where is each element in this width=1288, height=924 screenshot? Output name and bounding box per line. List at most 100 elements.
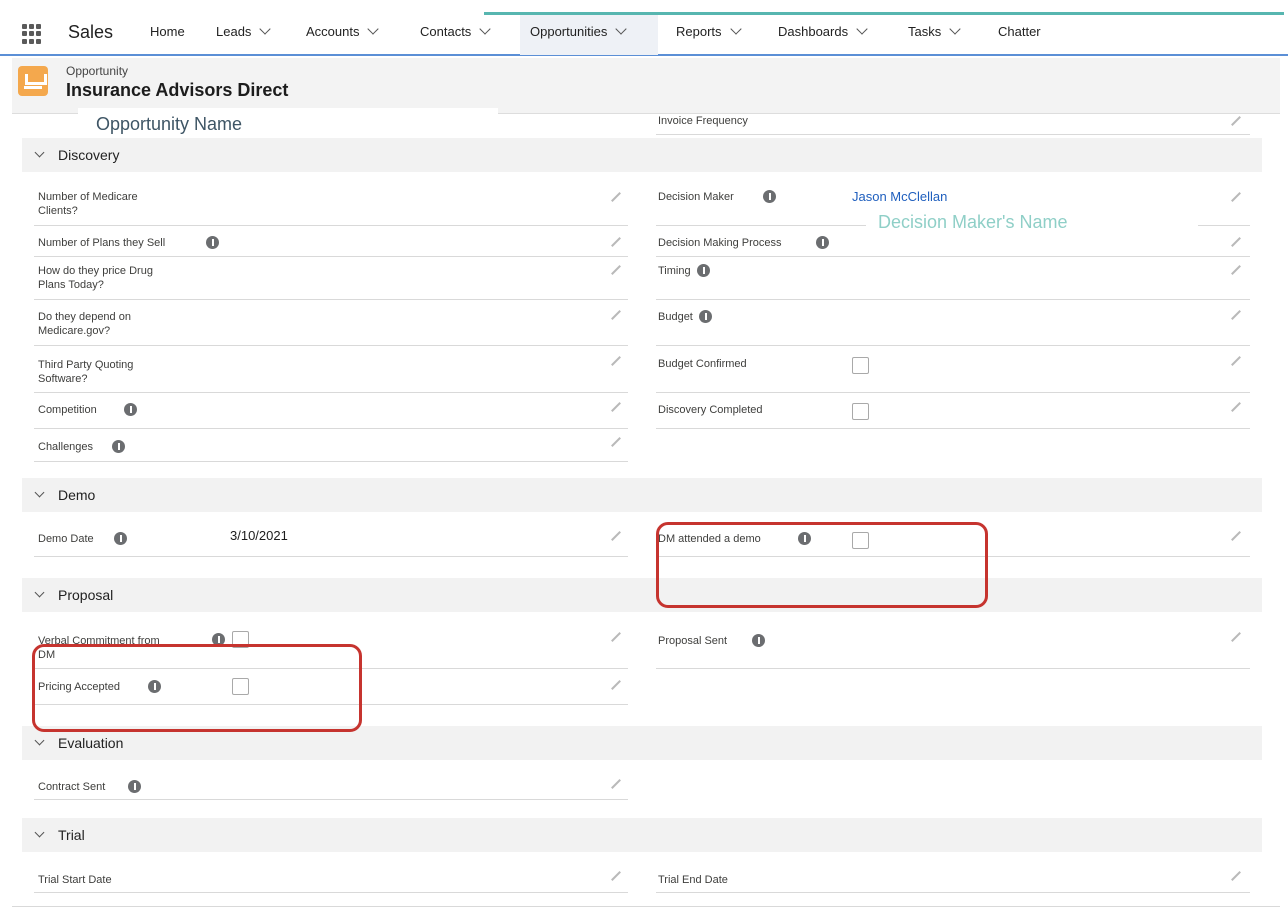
section-demo[interactable]: Demo [22,478,1262,512]
chevron-down-icon[interactable] [34,735,45,746]
pencil-edit-icon[interactable] [1231,310,1241,320]
divider [656,428,1250,429]
pencil-edit-icon[interactable] [611,437,621,447]
divider [34,892,628,893]
nav-reports[interactable]: Reports [676,23,742,39]
chevron-down-icon[interactable] [34,147,45,158]
divider [1198,225,1250,226]
chevron-down-icon[interactable] [259,23,272,35]
nav-home-label: Home [150,24,185,39]
divider [34,461,628,462]
pencil-edit-icon[interactable] [1231,192,1241,202]
info-icon[interactable] [112,440,125,453]
pencil-edit-icon[interactable] [1231,265,1241,275]
section-title: Proposal [58,587,114,603]
nav-home[interactable]: Home [150,24,185,39]
chevron-down-icon[interactable] [367,23,380,35]
pencil-edit-icon[interactable] [611,310,621,320]
nav-dashboards[interactable]: Dashboards [778,23,868,39]
section-title: Discovery [58,147,120,163]
pencil-edit-icon[interactable] [611,237,621,247]
section-proposal[interactable]: Proposal [22,578,1262,612]
challenges-label: Challenges [38,441,94,453]
opportunity-name-annotation: Opportunity Name [78,108,498,138]
section-discovery[interactable]: Discovery [22,138,1262,172]
nav-contacts[interactable]: Contacts [420,23,491,39]
info-icon[interactable] [697,264,710,277]
nav-dashboards-label: Dashboards [778,24,849,39]
nav-reports-label: Reports [676,24,722,39]
chevron-down-icon[interactable] [479,23,491,35]
label-line: Third Party Quoting [38,359,134,371]
pencil-edit-icon[interactable] [611,402,621,412]
info-icon[interactable] [206,236,219,249]
chevron-down-icon[interactable] [949,23,961,35]
section-trial[interactable]: Trial [22,818,1262,852]
object-label: Opportunity [66,64,129,78]
info-icon[interactable] [816,236,829,249]
nav-accounts[interactable]: Accounts [306,23,380,39]
competition-label: Competition [38,404,97,416]
label-line: How do they price Drug [38,265,153,277]
decision-making-process-label: Decision Making Process [658,237,782,249]
highlight-box [656,522,988,608]
info-icon[interactable] [114,532,127,545]
pencil-edit-icon[interactable] [1231,871,1241,881]
divider [656,134,1250,135]
pencil-edit-icon[interactable] [1231,116,1241,126]
pencil-edit-icon[interactable] [611,632,621,642]
chevron-down-icon[interactable] [615,23,627,35]
info-icon[interactable] [699,310,712,323]
proposal-sent-label: Proposal Sent [658,635,728,647]
divider [656,892,1250,893]
pencil-edit-icon[interactable] [611,871,621,881]
opportunity-crown-icon [18,66,48,96]
record-header: Opportunity Insurance Advisors Direct [12,58,1280,114]
medicare-gov-label: Do they depend on Medicare.gov? [38,310,131,338]
nav-opportunities-label: Opportunities [530,24,608,39]
decision-maker-link[interactable]: Jason McClellan [852,189,947,204]
pencil-edit-icon[interactable] [1231,237,1241,247]
invoice-frequency-label: Invoice Frequency [658,115,748,127]
info-icon[interactable] [128,780,141,793]
pencil-edit-icon[interactable] [611,680,621,690]
page-bottom-border [12,906,1280,907]
highlight-box [32,644,362,732]
nav-tasks[interactable]: Tasks [908,23,961,39]
chevron-down-icon[interactable] [729,23,742,35]
nav-leads[interactable]: Leads [216,23,272,39]
nav-chatter-label: Chatter [998,24,1041,39]
nav-chatter[interactable]: Chatter [998,24,1041,39]
pencil-edit-icon[interactable] [611,192,621,202]
divider [34,225,628,226]
medicare-clients-label: Number of Medicare Clients? [38,190,138,218]
app-launcher-icon[interactable] [22,24,42,44]
pencil-edit-icon[interactable] [1231,632,1241,642]
info-icon[interactable] [763,190,776,203]
divider [34,556,628,557]
chevron-down-icon[interactable] [856,23,868,35]
budget-label: Budget [658,311,693,323]
chevron-down-icon[interactable] [34,587,45,598]
pencil-edit-icon[interactable] [611,265,621,275]
divider [656,345,1250,346]
nav-leads-label: Leads [216,24,252,39]
pencil-edit-icon[interactable] [1231,356,1241,366]
record-title: Insurance Advisors Direct [66,80,289,100]
demo-date-value: 3/10/2021 [230,528,288,543]
section-title: Trial [58,827,85,843]
nav-opportunities[interactable]: Opportunities [530,23,627,39]
pencil-edit-icon[interactable] [1231,402,1241,412]
discovery-completed-checkbox[interactable] [852,403,869,420]
pencil-edit-icon[interactable] [611,779,621,789]
trial-end-date-label: Trial End Date [658,874,728,886]
pencil-edit-icon[interactable] [611,356,621,366]
chevron-down-icon[interactable] [34,827,45,838]
divider [34,392,628,393]
info-icon[interactable] [752,634,765,647]
pencil-edit-icon[interactable] [1231,531,1241,541]
chevron-down-icon[interactable] [34,487,45,498]
info-icon[interactable] [124,403,137,416]
budget-confirmed-checkbox[interactable] [852,357,869,374]
pencil-edit-icon[interactable] [611,531,621,541]
